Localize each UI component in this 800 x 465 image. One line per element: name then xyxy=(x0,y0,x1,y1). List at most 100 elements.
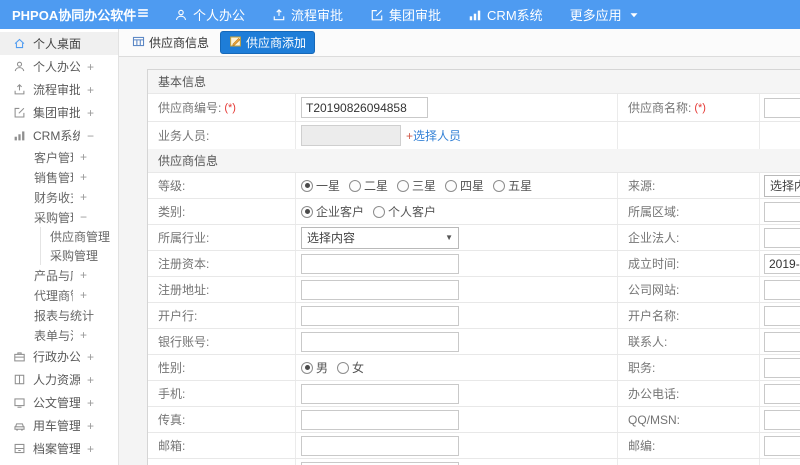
form-row: 业务人员: +选择人员 xyxy=(148,121,800,149)
field-control-cell xyxy=(296,251,618,276)
sidebar-item-label: 销售管理 xyxy=(34,170,73,185)
sidebar-item[interactable]: 供应商管理 xyxy=(40,227,118,246)
sidebar-item[interactable]: 个人桌面 xyxy=(0,32,118,55)
text-input[interactable] xyxy=(301,409,459,430)
radio-option[interactable]: 女 xyxy=(337,359,364,376)
expand-toggle-icon[interactable]: + xyxy=(87,83,108,97)
radio-option[interactable]: 四星 xyxy=(445,177,484,194)
field-label-cell: 企业法人: xyxy=(618,225,760,250)
form-row: 邮箱: 邮编: xyxy=(148,432,800,458)
text-input[interactable] xyxy=(301,331,459,352)
topnav-item[interactable]: 更多应用 xyxy=(570,5,641,24)
text-input[interactable] xyxy=(764,331,800,352)
expand-toggle-icon[interactable]: − xyxy=(80,210,108,224)
sidebar-item[interactable]: CRM系统 − xyxy=(0,124,118,147)
topnav-item[interactable]: 流程审批 xyxy=(272,5,343,24)
menu-toggle[interactable] xyxy=(136,6,150,23)
select-dropdown[interactable]: 选择内容▼ xyxy=(301,226,459,249)
text-input[interactable] xyxy=(764,357,800,378)
sidebar-item[interactable]: 行政办公 + xyxy=(0,345,118,368)
text-input[interactable] xyxy=(764,435,800,456)
radio-option[interactable]: 企业客户 xyxy=(301,203,364,220)
expand-toggle-icon[interactable]: + xyxy=(87,419,108,433)
tab-supplier-add[interactable]: 供应商添加 xyxy=(220,31,316,54)
text-input[interactable] xyxy=(301,97,428,118)
sidebar-item[interactable]: 个人办公 + xyxy=(0,55,118,78)
text-input[interactable] xyxy=(764,305,800,326)
expand-toggle-icon[interactable]: + xyxy=(87,373,108,387)
expand-toggle-icon[interactable]: + xyxy=(87,350,108,364)
expand-toggle-icon[interactable]: + xyxy=(80,268,108,282)
sidebar-item[interactable]: 采购管理− xyxy=(0,207,118,227)
text-input[interactable] xyxy=(764,253,800,274)
text-input[interactable] xyxy=(301,383,459,404)
field-label-cell: 类别: xyxy=(148,199,296,224)
field-label: 邮箱: xyxy=(158,439,186,453)
sidebar-item[interactable]: 人力资源 + xyxy=(0,368,118,391)
sidebar-item[interactable]: 财务收支 + xyxy=(0,187,118,207)
radio-option[interactable]: 个人客户 xyxy=(373,203,436,220)
sidebar-item[interactable]: 销售管理 + xyxy=(0,167,118,187)
radio-option[interactable]: 三星 xyxy=(397,177,436,194)
expand-toggle-icon[interactable]: + xyxy=(87,396,108,410)
sidebar-item[interactable]: 采购管理 xyxy=(40,246,118,265)
text-input[interactable] xyxy=(764,227,800,248)
text-input[interactable] xyxy=(764,409,800,430)
sidebar-item-label: 报表与统计 xyxy=(34,308,95,323)
radio-option[interactable]: 五星 xyxy=(493,177,532,194)
expand-toggle-icon[interactable]: + xyxy=(80,150,108,164)
text-input[interactable] xyxy=(301,461,459,465)
text-input[interactable] xyxy=(764,97,800,118)
text-input[interactable] xyxy=(301,279,459,300)
text-input[interactable] xyxy=(301,305,459,326)
sidebar-item[interactable]: 集团审批 + xyxy=(0,101,118,124)
expand-toggle-icon[interactable]: + xyxy=(80,288,108,302)
sidebar-item-label: 代理商管理 xyxy=(34,288,73,303)
text-input[interactable] xyxy=(764,279,800,300)
text-input[interactable] xyxy=(764,201,800,222)
expand-toggle-icon[interactable]: + xyxy=(80,170,108,184)
supplier-add-form: 基本信息供应商编号:(*)供应商名称:(*)业务人员:+选择人员供应商信息等级:… xyxy=(147,69,800,465)
expand-toggle-icon[interactable]: + xyxy=(80,328,108,342)
field-control-cell xyxy=(296,303,618,328)
sidebar-item[interactable]: 档案管理 + xyxy=(0,437,118,460)
topnav-item[interactable]: 个人办公 xyxy=(174,5,245,24)
radio-icon xyxy=(337,361,350,374)
field-label: 性别: xyxy=(158,361,186,375)
text-input[interactable] xyxy=(301,253,459,274)
sidebar-item[interactable]: 客户管理 + xyxy=(0,147,118,167)
hamburger-icon xyxy=(136,6,150,23)
topnav-item[interactable]: CRM系统 xyxy=(468,5,543,24)
expand-toggle-icon[interactable]: + xyxy=(87,106,108,120)
radio-icon xyxy=(397,179,410,192)
sidebar-item[interactable]: 产品与库存 + xyxy=(0,265,118,285)
radio-option[interactable]: 男 xyxy=(301,359,328,376)
sidebar-item-label: 用车管理 xyxy=(33,419,80,433)
sidebar-item[interactable]: 流程审批 + xyxy=(0,78,118,101)
field-control-cell xyxy=(760,433,800,458)
expand-toggle-icon[interactable]: − xyxy=(87,129,108,143)
expand-toggle-icon[interactable]: + xyxy=(87,60,108,74)
select-person-link[interactable]: +选择人员 xyxy=(406,127,461,144)
sidebar-item[interactable]: 报表与统计 xyxy=(0,305,118,325)
radio-option[interactable]: 一星 xyxy=(301,177,340,194)
expand-toggle-icon[interactable]: + xyxy=(80,190,108,204)
select-dropdown[interactable]: 选择内容▼ xyxy=(764,174,800,197)
sidebar-item[interactable]: 表单与流程设置 + xyxy=(0,325,118,345)
text-input[interactable] xyxy=(301,435,459,456)
topnav-item[interactable]: 集团审批 xyxy=(370,5,441,24)
text-input[interactable] xyxy=(764,383,800,404)
tab-label: 供应商添加 xyxy=(246,36,307,50)
expand-toggle-icon[interactable]: + xyxy=(87,442,108,456)
main-area: 供应商信息 供应商添加 基本信息供应商编号:(*)供应商名称:(*)业务人员:+… xyxy=(119,29,800,465)
field-label: 注册资本: xyxy=(158,257,210,271)
sidebar-item[interactable]: 代理商管理 + xyxy=(0,285,118,305)
chart-icon xyxy=(14,131,25,141)
tab-supplier-info[interactable]: 供应商信息 xyxy=(132,34,209,51)
radio-option[interactable]: 二星 xyxy=(349,177,388,194)
topnav-label: 流程审批 xyxy=(291,8,344,23)
top-navigation: 个人办公 流程审批 集团审批 CRM系统 更多应用 xyxy=(174,5,668,24)
sidebar-item[interactable]: 公文管理 + xyxy=(0,391,118,414)
person-input[interactable] xyxy=(301,125,401,146)
sidebar-item[interactable]: 用车管理 + xyxy=(0,414,118,437)
